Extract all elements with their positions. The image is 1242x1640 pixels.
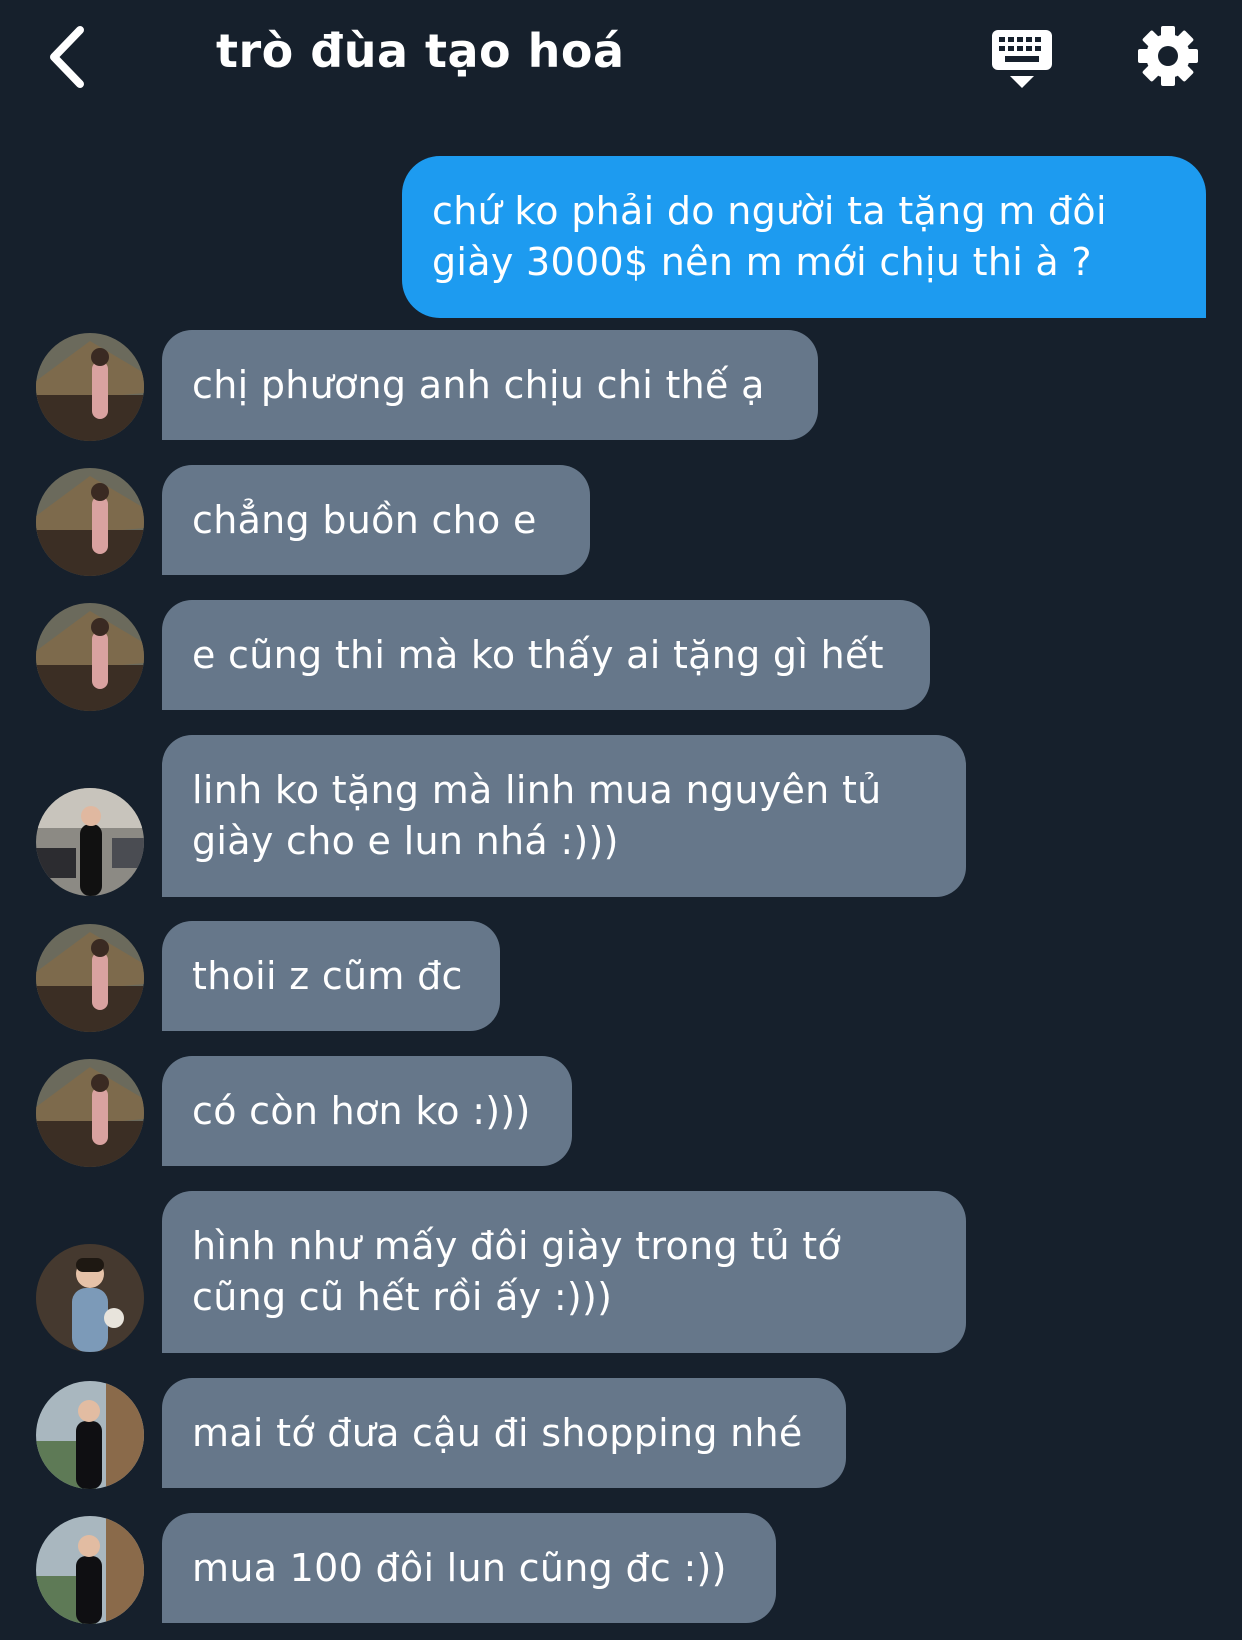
keyboard-button[interactable] (990, 26, 1054, 90)
message-bubble-incoming[interactable]: linh ko tặng mà linh mua nguyên tủ giày … (162, 735, 966, 897)
avatar[interactable] (36, 333, 144, 441)
avatar[interactable] (36, 788, 144, 896)
avatar[interactable] (36, 603, 144, 711)
chevron-left-icon (50, 26, 84, 88)
message-bubble-incoming[interactable]: chị phương anh chịu chi thế ạ (162, 330, 818, 440)
avatar[interactable] (36, 924, 144, 1032)
chat-title: trò đùa tạo hoá (216, 24, 625, 78)
avatar[interactable] (36, 468, 144, 576)
message-bubble-incoming[interactable]: mua 100 đôi lun cũng đc :)) (162, 1513, 776, 1623)
avatar[interactable] (36, 1516, 144, 1624)
message-bubble-incoming[interactable]: có còn hơn ko :))) (162, 1056, 572, 1166)
message-bubble-incoming[interactable]: mai tớ đưa cậu đi shopping nhé (162, 1378, 846, 1488)
avatar[interactable] (36, 1059, 144, 1167)
keyboard-icon (992, 30, 1052, 88)
message-bubble-incoming[interactable]: chẳng buồn cho e (162, 465, 590, 575)
message-bubble-incoming[interactable]: thoii z cũm đc (162, 921, 500, 1031)
chat-header: trò đùa tạo hoá (0, 0, 1242, 120)
message-bubble-incoming[interactable]: e cũng thi mà ko thấy ai tặng gì hết (162, 600, 930, 710)
settings-button[interactable] (1136, 24, 1200, 88)
message-bubble-incoming[interactable]: hình như mấy đôi giày trong tủ tớ cũng c… (162, 1191, 966, 1353)
back-button[interactable] (44, 22, 94, 92)
gear-icon (1138, 26, 1198, 86)
avatar[interactable] (36, 1244, 144, 1352)
avatar[interactable] (36, 1381, 144, 1489)
message-bubble-outgoing[interactable]: chứ ko phải do người ta tặng m đôi giày … (402, 156, 1206, 318)
